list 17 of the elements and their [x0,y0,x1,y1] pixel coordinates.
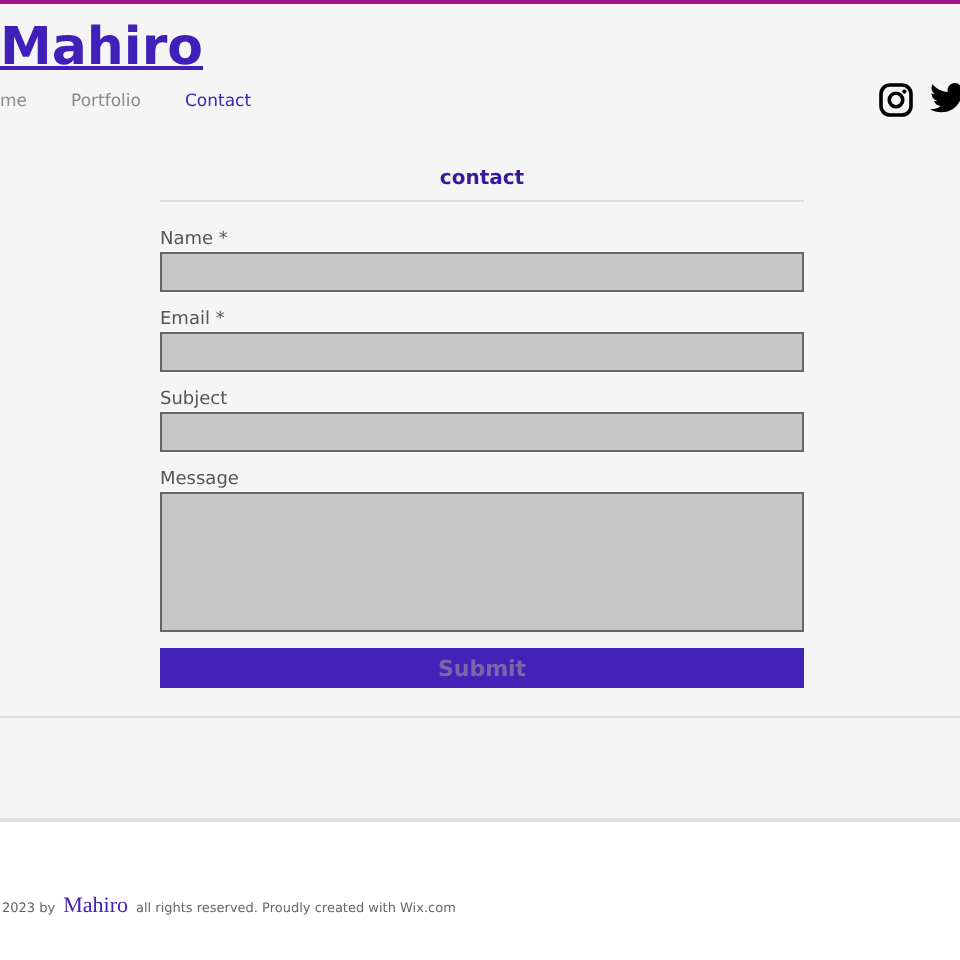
field-label: Name * [160,228,230,252]
site-logo[interactable]: Mahiro [0,8,252,88]
field-label: Subject [160,388,230,412]
input-field[interactable] [160,412,804,452]
field-label: Message [160,468,241,492]
twitter-icon[interactable] [930,82,960,114]
footer-brand: Mahiro [63,894,128,918]
field-label: Email * [160,308,227,332]
input-field[interactable] [160,332,804,372]
nav-link[interactable]: Portfolio [71,92,141,112]
input-field[interactable] [160,252,804,292]
form-title: contact [160,160,804,202]
nav-link[interactable]: me [0,92,28,112]
nav-link[interactable]: Contact [184,92,252,112]
submit-button[interactable]: Submit [160,648,804,688]
instagram-icon[interactable] [878,82,914,118]
message-field[interactable] [160,492,804,632]
